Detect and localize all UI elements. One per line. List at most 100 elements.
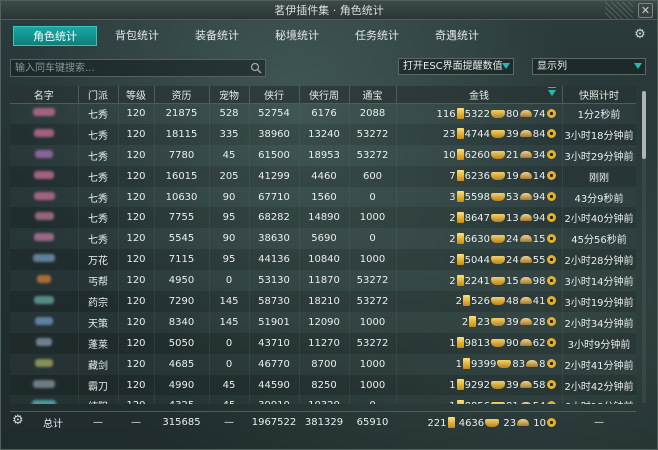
xiaxing-cell: 46770 — [249, 353, 300, 375]
tab-role-stats[interactable]: 角色统计 — [13, 26, 97, 46]
level-cell: 120 — [118, 165, 155, 187]
table-row[interactable]: 蓬莱 120 5050 0 43710 11270 53272 1 9813 90 62 3小时9分钟… — [10, 332, 636, 354]
tongbao-cell: 1000 — [349, 249, 397, 271]
table-row[interactable]: 七秀 120 10630 90 67710 1560 0 3 5598 53 94 43分9秒前 — [10, 186, 636, 208]
table-row[interactable]: 七秀 120 21875 528 52754 6176 2088 116 5322 80 74 1分2… — [10, 103, 636, 124]
tongbao-cell: 0 — [349, 395, 397, 404]
xiaxing-week-cell: 8700 — [299, 353, 350, 375]
gold-value: 5598 — [464, 192, 491, 203]
level-cell: 120 — [118, 123, 155, 145]
snapshot-time-cell: 2小时28分钟前 — [562, 249, 636, 271]
gold-value: 5044 — [464, 254, 491, 266]
esc-reminder-dropdown[interactable]: 打开ESC界面提醒数值 — [398, 58, 514, 75]
table-row[interactable]: 藏剑 120 4685 0 46770 8700 1000 1 9399 83 8 2小时41分钟前 — [10, 353, 636, 375]
money-cell: 116 5322 80 74 — [396, 103, 563, 124]
table-row[interactable]: 霸刀 120 4990 45 44590 8250 1000 1 9292 39 58 2小时42分钟… — [10, 374, 636, 396]
silver-ingot-icon — [526, 360, 539, 368]
snapshot-time-cell: 2小时41分钟前 — [562, 353, 636, 375]
school-cell: 七秀 — [78, 165, 119, 187]
pet-cell: 0 — [209, 353, 250, 375]
gold-bar-icon — [456, 379, 464, 391]
tongbao-cell: 53272 — [349, 123, 397, 145]
xiaxing-week-cell: 18953 — [299, 144, 350, 166]
scrollbar-thumb[interactable] — [642, 91, 646, 159]
table-row[interactable]: 七秀 120 18115 335 38960 13240 53272 23 4744 39 84 3小… — [10, 123, 636, 145]
gold-ingot-icon — [491, 151, 506, 160]
xiaxing-cell: 43710 — [249, 332, 300, 354]
search-icon[interactable] — [250, 62, 262, 74]
xiaxing-week-cell: 10840 — [299, 249, 350, 271]
scrollbar[interactable] — [642, 91, 646, 403]
total-money: 221 4636 23 10 — [396, 412, 562, 433]
character-name — [10, 395, 79, 404]
header-snapshot-time[interactable]: 快照计时 — [562, 86, 636, 104]
header-name[interactable]: 名字 — [10, 86, 79, 104]
plugin-window: 茗伊插件集 · 角色统计 ✕ 角色统计 背包统计 装备统计 秘境统计 任务统计 … — [0, 0, 658, 450]
table-row[interactable]: 丐帮 120 4950 0 53130 11870 53272 2 2241 15 98 3小时14分… — [10, 270, 636, 292]
tongbao-cell: 1000 — [349, 374, 397, 396]
snapshot-time-cell: 2小时34分钟前 — [562, 311, 636, 333]
zhuan-value: 2 — [461, 317, 469, 329]
header-xiaxing[interactable]: 侠行 — [249, 86, 300, 104]
character-name — [10, 207, 79, 229]
redacted-name — [37, 275, 51, 284]
zili-cell: 7755 — [154, 207, 210, 229]
header-xiaxing-week[interactable]: 侠行周 — [299, 86, 350, 104]
zhuan-value: 116 — [436, 108, 456, 120]
gold-bar-icon — [456, 399, 464, 404]
gold-bar-icon — [456, 149, 464, 161]
snapshot-time-cell: 45分56秒前 — [562, 228, 636, 250]
tab-quest-stats[interactable]: 任务统计 — [337, 26, 417, 46]
pet-cell: 45 — [209, 144, 250, 166]
gold-ingot-icon — [491, 172, 506, 181]
header-level[interactable]: 等级 — [118, 86, 155, 104]
header-zili[interactable]: 资历 — [154, 86, 210, 104]
table-row[interactable]: 七秀 120 5545 90 38630 5690 0 2 6630 24 15 45分56秒前 — [10, 228, 636, 250]
table-row[interactable]: 七秀 120 16015 205 41299 4460 600 7 6236 19 14 刚刚 — [10, 165, 636, 187]
table-header-row: 名字 门派 等级 资历 宠物 侠行 侠行周 通宝 金钱 快照计时 — [10, 86, 636, 104]
table-row[interactable]: 七秀 120 7755 95 68282 14890 1000 2 8647 13 94 2小时40分… — [10, 207, 636, 229]
footer-gear-icon[interactable]: ⚙ — [12, 414, 26, 428]
tab-dungeon-stats[interactable]: 秘境统计 — [257, 26, 337, 46]
table-row[interactable]: 万花 120 7115 95 44136 10840 1000 2 5044 24 55 2小时28分… — [10, 249, 636, 271]
close-button[interactable]: ✕ — [638, 3, 653, 18]
school-cell: 丐帮 — [78, 270, 119, 292]
tab-bag-stats[interactable]: 背包统计 — [97, 26, 177, 46]
pet-cell: 145 — [209, 311, 250, 333]
tab-adventure-stats[interactable]: 奇遇统计 — [417, 26, 497, 46]
settings-gear-icon[interactable]: ⚙ — [633, 28, 647, 42]
xiaxing-week-cell: 14890 — [299, 207, 350, 229]
copper-coin-icon — [546, 212, 556, 222]
level-cell: 120 — [118, 228, 155, 250]
money-cell: 1 9399 83 8 — [396, 353, 563, 375]
close-icon: ✕ — [640, 4, 651, 17]
silver-value: 39 — [506, 317, 519, 329]
character-name — [10, 311, 79, 333]
gold-ingot-icon — [491, 193, 506, 201]
header-tongbao[interactable]: 通宝 — [349, 86, 397, 104]
columns-dropdown[interactable]: 显示列 — [532, 58, 646, 75]
table-row[interactable]: 七秀 120 7780 45 61500 18953 53272 10 6260 21 34 3小时2… — [10, 144, 636, 166]
xiaxing-week-cell: 11870 — [299, 270, 350, 292]
tab-equip-stats[interactable]: 装备统计 — [177, 26, 257, 46]
snapshot-time-cell: 3小时18分钟前 — [562, 123, 636, 145]
zili-cell: 18115 — [154, 123, 210, 145]
table-row[interactable]: 药宗 120 7290 145 58730 18210 53272 2 526 48 41 3小时19… — [10, 291, 636, 312]
money-cell: 1 8856 81 54 — [396, 395, 563, 404]
header-pet[interactable]: 宠物 — [209, 86, 250, 104]
gold-bar-icon — [462, 295, 470, 307]
search-input[interactable] — [11, 60, 247, 76]
table-row[interactable]: 纯阳12043254539910103200 1 8856 81 54 6小时18分钟前 — [10, 395, 636, 404]
header-money[interactable]: 金钱 — [396, 86, 563, 104]
table-row[interactable]: 天策 120 8340 145 51901 12090 1000 2 23 39 28 2小时34分钟… — [10, 311, 636, 333]
silver-ingot-icon — [519, 276, 532, 284]
header-school[interactable]: 门派 — [78, 86, 119, 104]
redacted-name — [33, 379, 55, 388]
copper-coin-icon — [546, 129, 556, 139]
redacted-name — [34, 295, 54, 304]
gold-bar-icon — [456, 337, 464, 349]
tongbao-cell: 53272 — [349, 332, 397, 354]
character-name — [10, 165, 79, 187]
xiaxing-cell: 52754 — [249, 103, 300, 124]
window-titlebar[interactable]: 茗伊插件集 · 角色统计 — [1, 1, 657, 20]
